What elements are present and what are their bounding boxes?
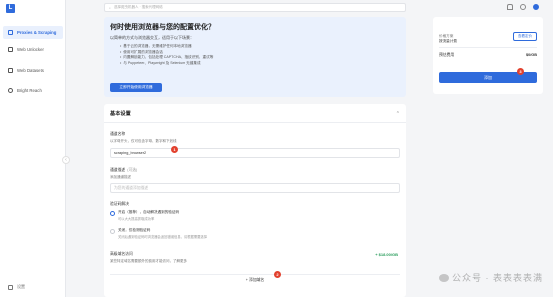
watermark: 公众号 · 表表表表满 xyxy=(439,271,543,284)
name-label: 通道名称 xyxy=(110,132,125,137)
optional-tag: (可选) xyxy=(127,168,138,172)
description-label: 通道描述 (可选) xyxy=(110,168,137,173)
search-icon: ⌕ xyxy=(109,5,111,10)
proxies-icon xyxy=(8,30,13,35)
sidebar: L Proxies & Scraping Web Unlocker Web Da… xyxy=(0,0,66,297)
option-title: 开启（推荐），自动解决遇到的验证码 xyxy=(118,210,180,214)
captcha-option-off[interactable]: 关闭，仅检测验证码关闭后遇到验证码时浏览器会返回错误信息，请根据需要选择 xyxy=(110,228,207,239)
sidebar-item-label: Web Datasets xyxy=(17,68,44,73)
help-icon[interactable] xyxy=(520,4,526,10)
channel-description-input[interactable]: 为您的通道添加描述 xyxy=(110,183,400,193)
search-input[interactable]: 选择爬虫机器人 · 搜索代理网络 xyxy=(114,5,163,10)
info-title: 何时使用浏览器与您的配置优化？ xyxy=(110,24,215,31)
premium-price: + $18.00/GB xyxy=(375,252,398,257)
settings-title: 基本设置 xyxy=(110,111,131,117)
divider xyxy=(104,122,406,123)
step-marker-1: 1 xyxy=(171,146,178,153)
premium-domains-label: 高级域名访问 xyxy=(110,252,133,256)
total-label: 预估费用 xyxy=(439,53,455,57)
sidebar-item-proxies-scraping[interactable]: Proxies & Scraping xyxy=(3,26,63,39)
view-pricing-button[interactable]: 查看定价 xyxy=(513,32,537,41)
sidebar-item-bright-reach[interactable]: Bright Reach xyxy=(3,84,63,97)
settings-card: 基本设置 ⌃ 通道名称 以字母开头，仅可包含字母、数字和下划线 scraping… xyxy=(104,104,406,297)
start-browser-button[interactable]: 立即开始使用浏览器 xyxy=(110,83,162,92)
sidebar-collapse-button[interactable]: ‹ xyxy=(62,156,70,164)
summary-card: 价格方案 按流量计费 查看定价 预估费用 $0/GB 添加 xyxy=(433,17,543,94)
name-label-text: 通道名称 xyxy=(110,132,126,136)
list-item: 与 Puppeteer、Playwright 及 Selenium 无缝集成 xyxy=(120,61,400,67)
add-domain-button[interactable]: + 添加域名 xyxy=(110,274,400,284)
description-hint: 添加通道描述 xyxy=(110,175,131,179)
chevron-up-icon[interactable]: ⌃ xyxy=(396,111,400,117)
info-card: 何时使用浏览器与您的配置优化？ 以简单的方式与浏览器交互，适用于以下场景： 基于… xyxy=(104,17,406,97)
avatar[interactable] xyxy=(533,4,539,10)
captcha-option-on[interactable]: 开启（推荐），自动解决遇到的验证码 可以大大提高抓取成功率 xyxy=(110,210,179,221)
divider xyxy=(439,47,537,48)
option-note: 关闭后遇到验证码时浏览器会返回错误信息，请根据需要选择 xyxy=(118,235,208,239)
search-bar[interactable]: ⌕ 选择爬虫机器人 · 搜索代理网络 xyxy=(104,3,406,12)
option-text: 关闭，仅检测验证码关闭后遇到验证码时浏览器会返回错误信息，请根据需要选择 xyxy=(118,228,207,239)
settings-icon xyxy=(8,284,13,290)
brand-logo[interactable]: L xyxy=(6,4,15,13)
option-title: 关闭，仅检测验证码 xyxy=(118,228,151,232)
radio-checked[interactable] xyxy=(110,210,115,216)
watermark-text: 公众号 · 表表表表满 xyxy=(452,273,543,283)
description-label-text: 通道描述 xyxy=(110,168,126,172)
sidebar-settings[interactable]: 设置 xyxy=(8,284,25,290)
option-note: 可以大大提高抓取成功率 xyxy=(118,217,155,221)
channel-name-input[interactable]: scraping_browser2 xyxy=(110,148,400,158)
option-text: 开启（推荐），自动解决遇到的验证码 可以大大提高抓取成功率 xyxy=(118,210,179,221)
total-value: $0/GB xyxy=(526,53,537,57)
top-icons xyxy=(507,4,539,10)
sidebar-item-label: Proxies & Scraping xyxy=(17,30,57,35)
bell-icon[interactable] xyxy=(507,4,513,10)
sidebar-item-web-unlocker[interactable]: Web Unlocker xyxy=(3,43,63,56)
captcha-label: 验证码解决 xyxy=(110,202,129,206)
plan-info: 价格方案 按流量计费 xyxy=(439,34,457,44)
info-subtitle: 以简单的方式与浏览器交互，适用于以下场景： xyxy=(110,35,194,40)
step-marker-3: 3 xyxy=(517,68,524,75)
premium-domains-desc: 某些特定域名需要额外的费用才能访问，了解更多 xyxy=(110,259,187,263)
datasets-icon xyxy=(8,68,13,73)
plan-value: 按流量计费 xyxy=(439,39,457,43)
sidebar-settings-label: 设置 xyxy=(17,284,25,289)
name-hint: 以字母开头，仅可包含字母、数字和下划线 xyxy=(110,139,177,143)
unlocker-icon xyxy=(8,47,13,52)
reach-icon xyxy=(8,88,13,93)
info-list: 基于云的浏览器，无需维护任何本地浏览器 使用可扩展的浏览器会话 内置解锁能力，包… xyxy=(110,44,400,66)
sidebar-item-label: Web Unlocker xyxy=(17,47,44,52)
step-marker-2: 2 xyxy=(274,271,281,278)
sidebar-item-label: Bright Reach xyxy=(17,88,42,93)
wechat-icon xyxy=(439,273,449,282)
radio-unchecked[interactable] xyxy=(110,228,115,234)
sidebar-item-web-datasets[interactable]: Web Datasets xyxy=(3,64,63,77)
